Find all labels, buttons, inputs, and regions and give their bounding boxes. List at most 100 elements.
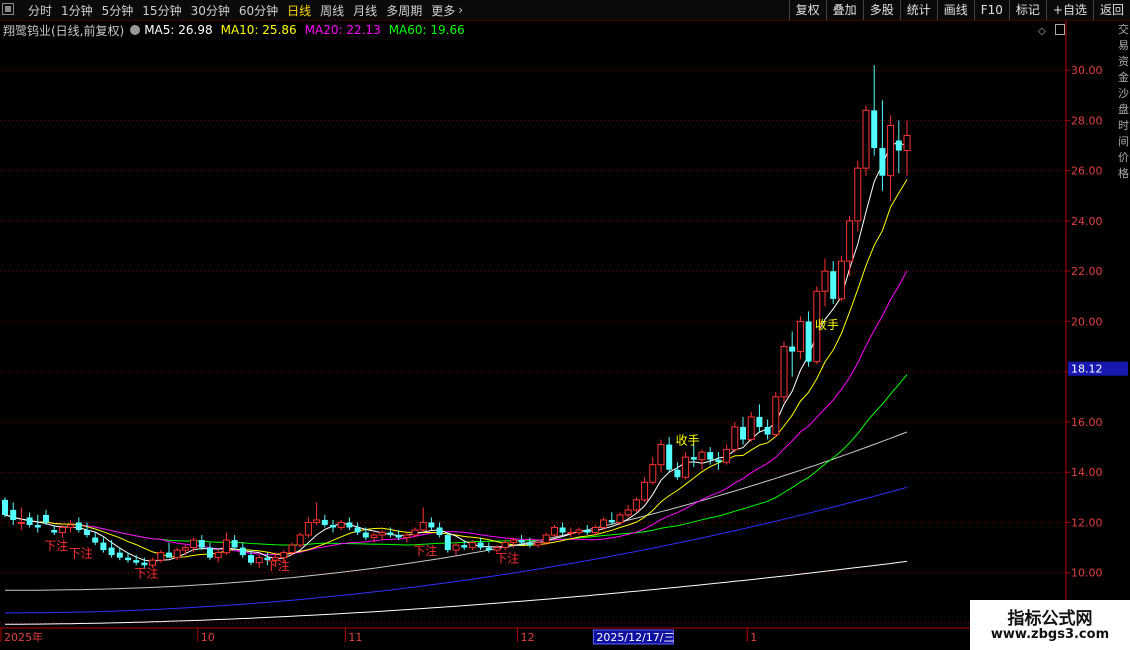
candle-down bbox=[707, 452, 714, 460]
candle-down bbox=[362, 532, 369, 538]
candle-up bbox=[862, 109, 870, 169]
toolbar-button-8[interactable]: 返回 bbox=[1092, 0, 1130, 20]
expand-icon[interactable] bbox=[1054, 24, 1065, 35]
y-tick-label-10: 28.00 bbox=[1071, 114, 1103, 127]
candle-up bbox=[632, 499, 640, 511]
period-tab-1[interactable]: 1分钟 bbox=[61, 2, 93, 19]
candle-up bbox=[641, 481, 649, 501]
candle-down bbox=[387, 532, 394, 536]
toolbar-buttons: 复权 叠加 多股 统计 画线 F10 标记 +自选 返回 bbox=[788, 0, 1130, 20]
period-tabs: 分时 1分钟 5分钟 15分钟 30分钟 60分钟 日线 周线 月线 多周期 更多 › bbox=[28, 0, 472, 20]
period-tab-2[interactable]: 5分钟 bbox=[102, 2, 134, 19]
signal-label-2: 下注 bbox=[134, 566, 158, 581]
signal-label-7: 收手 bbox=[815, 318, 839, 332]
candle-up bbox=[887, 124, 895, 177]
candle-up bbox=[837, 260, 845, 300]
toolbar-button-0[interactable]: 复权 bbox=[788, 0, 826, 20]
period-tab-6[interactable]: 日线 bbox=[287, 2, 311, 19]
candle-down bbox=[485, 547, 492, 551]
period-tab-0[interactable]: 分时 bbox=[28, 2, 52, 19]
settings-dot-icon[interactable] bbox=[130, 25, 141, 35]
signal-label-1: 下注 bbox=[69, 546, 93, 561]
y-tick-label-7: 22.00 bbox=[1071, 265, 1103, 278]
candle-up bbox=[58, 526, 66, 534]
candle-up bbox=[796, 320, 804, 353]
candle-down bbox=[674, 469, 681, 478]
toolbar-button-6[interactable]: 标记 bbox=[1008, 0, 1046, 20]
candle-up bbox=[591, 526, 599, 534]
candle-up bbox=[468, 542, 476, 549]
candle-down bbox=[690, 457, 697, 460]
candle-down bbox=[75, 522, 82, 530]
x-tick-label-2: 11 bbox=[348, 631, 362, 644]
candle-down bbox=[584, 530, 591, 533]
candle-up bbox=[411, 529, 419, 536]
candle-up bbox=[337, 521, 345, 528]
candle-down bbox=[764, 426, 771, 435]
candle-down bbox=[166, 552, 172, 558]
candle-down bbox=[207, 547, 213, 558]
side-panel-text: 交易资金沙盘时间价格 bbox=[1118, 23, 1129, 180]
ma10-line bbox=[4, 179, 908, 558]
candle-down bbox=[477, 542, 484, 548]
toolbar-button-4[interactable]: 画线 bbox=[936, 0, 974, 20]
candle-up bbox=[903, 134, 911, 152]
watermark-url: www.zbgs3.com bbox=[990, 627, 1110, 642]
candle-up bbox=[698, 451, 706, 461]
candle-up bbox=[149, 559, 157, 566]
current-price-label: 18.12 bbox=[1071, 363, 1103, 376]
window-icon[interactable] bbox=[2, 3, 14, 15]
toolbar-button-5[interactable]: F10 bbox=[973, 0, 1009, 20]
candle-up bbox=[649, 464, 657, 483]
candle-up bbox=[616, 514, 624, 523]
candle-down bbox=[84, 530, 90, 536]
watermark: 指标公式网 www.zbgs3.com bbox=[970, 600, 1130, 650]
candle-up bbox=[624, 509, 632, 516]
candle-down bbox=[871, 110, 878, 149]
candle-down bbox=[346, 522, 353, 528]
candle-up bbox=[772, 396, 780, 436]
ma5-value: MA5: 26.98 bbox=[144, 23, 213, 37]
candle-up bbox=[370, 534, 378, 539]
candle-down bbox=[444, 535, 451, 551]
toolbar-button-1[interactable]: 叠加 bbox=[825, 0, 863, 20]
period-tab-9[interactable]: 多周期 bbox=[386, 2, 422, 19]
period-tab-8[interactable]: 月线 bbox=[353, 2, 377, 19]
candle-up bbox=[731, 426, 739, 451]
diamond-icon[interactable]: ◇ bbox=[1038, 26, 1046, 37]
y-tick-label-3: 14.00 bbox=[1071, 466, 1103, 479]
period-tab-4[interactable]: 30分钟 bbox=[191, 2, 230, 19]
candle-up bbox=[550, 526, 558, 536]
candle-down bbox=[239, 547, 246, 556]
candle-down bbox=[666, 444, 673, 470]
candle-down bbox=[10, 509, 17, 520]
candle-up bbox=[600, 519, 608, 528]
candle-down bbox=[248, 555, 254, 563]
chart-top-icons: ◇ bbox=[1038, 24, 1065, 37]
toolbar-button-7[interactable]: +自选 bbox=[1045, 0, 1093, 20]
period-tab-7[interactable]: 周线 bbox=[320, 2, 344, 19]
candle-up bbox=[67, 524, 75, 528]
signal-label-3: 下注 bbox=[266, 558, 290, 573]
x-tick-label-4: 1 bbox=[750, 631, 757, 644]
candle-down bbox=[34, 524, 41, 528]
signal-label-6: 收手 bbox=[676, 434, 700, 448]
period-toolbar: 分时 1分钟 5分钟 15分钟 30分钟 60分钟 日线 周线 月线 多周期 更多 › 复权 叠加 多股统… bbox=[0, 0, 1130, 21]
candle-down bbox=[141, 562, 148, 566]
ma10-value: MA10: 25.86 bbox=[220, 23, 297, 37]
chevron-right-icon[interactable]: › bbox=[458, 3, 463, 17]
candle-down bbox=[895, 140, 902, 151]
period-tab-5[interactable]: 60分钟 bbox=[239, 2, 278, 19]
kline-chart[interactable]: 8.0010.0012.0014.0016.0018.0020.0022.002… bbox=[0, 0, 1130, 650]
candle-up bbox=[747, 416, 755, 441]
candle-up bbox=[657, 444, 665, 466]
candle-down bbox=[26, 517, 33, 525]
candle-up bbox=[542, 534, 550, 544]
period-tab-3[interactable]: 15分钟 bbox=[142, 2, 181, 19]
period-tab-10[interactable]: 更多 bbox=[431, 2, 455, 19]
candle-down bbox=[108, 547, 115, 556]
candle-up bbox=[403, 534, 411, 539]
toolbar-button-3[interactable]: 统计 bbox=[899, 0, 937, 20]
y-tick-label-11: 30.00 bbox=[1071, 64, 1103, 77]
toolbar-button-2[interactable]: 多股 bbox=[862, 0, 900, 20]
